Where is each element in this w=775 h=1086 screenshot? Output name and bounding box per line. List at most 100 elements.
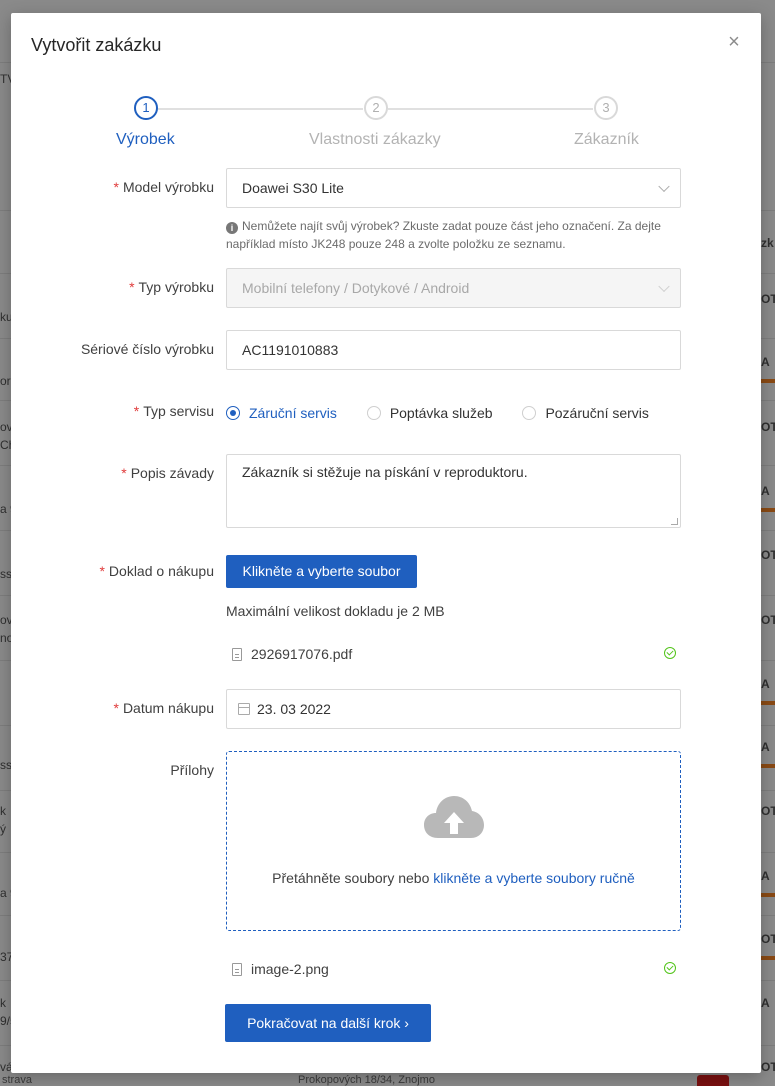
defect-label-text: Popis závady xyxy=(130,465,214,481)
bg-text: OT xyxy=(761,1060,775,1074)
required-marker: * xyxy=(121,465,127,481)
bg-status-bar xyxy=(761,379,775,383)
dropzone-prompt: Přetáhněte soubory nebo xyxy=(272,870,434,886)
step-3-label: Zákazník xyxy=(574,131,639,148)
receipt-label: * Doklad o nákupu xyxy=(11,563,214,579)
close-icon[interactable]: × xyxy=(723,31,745,53)
bg-status-bar xyxy=(761,701,775,705)
serial-value: AC1191010883 xyxy=(242,342,339,358)
radio-unchecked-icon xyxy=(522,406,537,420)
bg-status-bar xyxy=(761,956,775,960)
bg-bottom-row: strava Prokopových 18/34, Znojmo xyxy=(0,1074,775,1086)
bg-text: OT xyxy=(761,613,775,627)
model-help-text: i Nemůžete najít svůj výrobek? Zkuste zad… xyxy=(226,217,681,253)
type-label-text: Typ výrobku xyxy=(138,279,214,295)
bg-text: A xyxy=(761,869,770,883)
defect-textarea[interactable]: Zákazník si stěžuje na pískání v reprodu… xyxy=(226,454,681,528)
required-marker: * xyxy=(129,279,135,295)
service-type-label-text: Typ servisu xyxy=(143,403,214,419)
purchase-date-value: 23. 03 2022 xyxy=(257,701,331,717)
bg-text: OT xyxy=(761,548,775,562)
steps-indicator: 1 2 3 Výrobek Vlastnosti zákazky Zákazní… xyxy=(111,96,671,156)
model-value: Doawei S30 Lite xyxy=(242,180,344,196)
bg-text: A xyxy=(761,740,770,754)
serial-label-text: Sériové číslo výrobku xyxy=(80,341,214,357)
model-help: Nemůžete najít svůj výrobek? Zkuste zada… xyxy=(226,219,661,251)
bg-status-bar xyxy=(761,508,775,512)
step-1-label: Výrobek xyxy=(116,131,175,148)
next-step-button[interactable]: Pokračovat na další krok › xyxy=(225,1004,431,1042)
resize-handle-icon[interactable] xyxy=(671,518,678,525)
radio-checked-icon xyxy=(226,406,240,420)
purchase-date-label: * Datum nákupu xyxy=(11,700,214,716)
radio-label: Záruční servis xyxy=(249,405,337,421)
receipt-file-item[interactable]: 2926917076.pdf xyxy=(226,645,681,667)
bg-text: OT xyxy=(761,804,775,818)
bg-text: OT xyxy=(761,420,775,434)
bg-badge xyxy=(697,1075,729,1086)
model-label: * Model výrobku xyxy=(11,179,215,195)
serial-input[interactable]: AC1191010883 xyxy=(226,330,681,370)
radio-unchecked-icon xyxy=(366,406,381,420)
cloud-upload-icon xyxy=(424,796,484,838)
model-label-text: Model výrobku xyxy=(122,179,214,195)
radio-service-request[interactable]: Poptávka služeb xyxy=(366,405,493,421)
purchase-date-picker[interactable]: 23. 03 2022 xyxy=(226,689,681,729)
attachments-label: Přílohy xyxy=(11,762,214,778)
service-type-radio-group: Záruční servis Poptávka služeb Pozáruční… xyxy=(226,405,649,423)
radio-warranty-service[interactable]: Záruční servis xyxy=(226,405,337,421)
required-marker: * xyxy=(113,700,119,716)
model-select[interactable]: Doawei S30 Lite xyxy=(226,168,681,208)
bg-text: Prokopových 18/34, Znojmo xyxy=(298,1074,435,1086)
type-value: Mobilní telefony / Dotykové / Android xyxy=(242,280,470,296)
service-type-label: * Typ servisu xyxy=(11,403,214,419)
bg-text: zk xyxy=(761,236,774,250)
defect-label: * Popis závady xyxy=(11,465,214,481)
required-marker: * xyxy=(99,563,105,579)
dropzone-select-link[interactable]: klikněte a vyberte soubory ručně xyxy=(433,870,635,886)
dropzone-text: Přetáhněte soubory nebo klikněte a vyber… xyxy=(227,870,680,886)
type-select: Mobilní telefony / Dotykové / Android xyxy=(226,268,681,308)
chevron-down-icon xyxy=(658,280,670,293)
file-icon xyxy=(232,648,242,661)
step-connector xyxy=(388,108,593,110)
step-1-circle: 1 xyxy=(134,96,158,120)
step-2-label: Vlastnosti zákazky xyxy=(309,131,441,148)
attachment-file-name: image-2.png xyxy=(251,961,329,977)
check-circle-icon xyxy=(664,647,676,659)
bg-text: A xyxy=(761,677,770,691)
step-3-circle: 3 xyxy=(594,96,618,120)
bg-status-bar xyxy=(761,764,775,768)
bg-status-bar xyxy=(761,893,775,897)
required-marker: * xyxy=(113,179,119,195)
calendar-icon xyxy=(238,703,250,715)
receipt-size-note: Maximální velikost dokladu je 2 MB xyxy=(226,603,445,619)
step-connector xyxy=(158,108,363,110)
attachments-label-text: Přílohy xyxy=(170,762,214,778)
serial-label: Sériové číslo výrobku xyxy=(11,341,214,357)
bg-text: OT xyxy=(761,932,775,946)
modal-title: Vytvořit zakázku xyxy=(31,35,162,55)
bg-text: OT xyxy=(761,292,775,306)
receipt-file-name: 2926917076.pdf xyxy=(251,646,353,662)
select-receipt-file-button[interactable]: Klikněte a vyberte soubor xyxy=(226,555,417,588)
defect-value: Zákazník si stěžuje na pískání v reprodu… xyxy=(242,464,528,480)
check-circle-icon xyxy=(664,962,676,974)
file-icon xyxy=(232,963,242,976)
bg-text: A xyxy=(761,996,770,1010)
bg-text: A xyxy=(761,355,770,369)
receipt-label-text: Doklad o nákupu xyxy=(108,563,214,579)
info-icon: i xyxy=(226,222,238,234)
type-label: * Typ výrobku xyxy=(11,279,214,295)
radio-label: Pozáruční servis xyxy=(545,405,649,421)
purchase-date-label-text: Datum nákupu xyxy=(122,700,214,716)
attachments-dropzone[interactable]: Přetáhněte soubory nebo klikněte a vyber… xyxy=(226,751,681,931)
radio-label: Poptávka služeb xyxy=(389,405,493,421)
required-marker: * xyxy=(133,403,140,419)
create-order-modal: Vytvořit zakázku × 1 2 3 Výrobek Vlastno… xyxy=(11,13,761,1073)
radio-post-warranty-service[interactable]: Pozáruční servis xyxy=(522,405,649,421)
step-2-circle: 2 xyxy=(364,96,388,120)
chevron-down-icon xyxy=(658,180,670,193)
bg-text: strava xyxy=(2,1074,32,1086)
attachment-file-item[interactable]: image-2.png xyxy=(226,960,681,982)
